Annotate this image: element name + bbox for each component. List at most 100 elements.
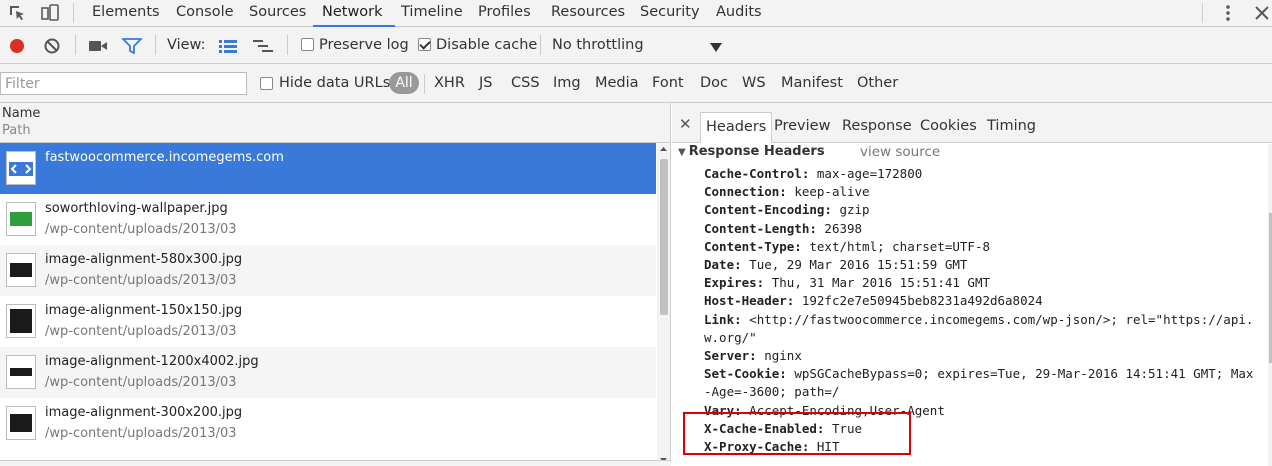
tab-elements[interactable]: Elements [92, 4, 160, 20]
table-row[interactable]: fastwoocommerce.incomegems.com [0, 143, 656, 194]
filter-type-media[interactable]: Media [595, 75, 639, 91]
tab-console[interactable]: Console [176, 4, 234, 20]
status-bar [0, 460, 671, 466]
section-title: Response Headers [688, 144, 825, 159]
tab-preview[interactable]: Preview [769, 112, 835, 143]
throttling-select[interactable]: No throttling [552, 37, 644, 53]
tab-headers[interactable]: Headers [700, 112, 773, 143]
header-row: Link: <http://fastwoocommerce.incomegems… [704, 311, 1254, 347]
tab-audits[interactable]: Audits [716, 4, 762, 20]
scrollbar-thumb[interactable] [660, 159, 668, 315]
header-value: wpSGCacheBypass=0; expires=Tue, 29-Mar-2… [704, 366, 1254, 400]
column-path-header: Path [2, 123, 31, 138]
request-path: /wp-content/uploads/2013/03 [45, 273, 237, 288]
tab-timeline[interactable]: Timeline [401, 4, 463, 20]
record-icon[interactable] [8, 37, 26, 59]
capture-screenshots-icon[interactable] [88, 38, 108, 58]
filter-type-manifest[interactable]: Manifest [781, 75, 843, 91]
triangle-down-icon: ▼ [678, 147, 686, 158]
header-row: Host-Header: 192fc2e7e50945beb8231a492d6… [704, 292, 1254, 310]
header-value: gzip [839, 202, 870, 218]
close-devtools-icon[interactable] [1253, 4, 1271, 22]
more-options-icon[interactable] [1219, 4, 1237, 22]
table-row[interactable]: image-alignment-300x200.jpg /wp-content/… [0, 398, 656, 449]
header-row: Cache-Control: max-age=172800 [704, 165, 1254, 183]
header-row: Set-Cookie: wpSGCacheBypass=0; expires=T… [704, 365, 1254, 401]
image-thumbnail-icon [6, 355, 36, 389]
request-name: fastwoocommerce.incomegems.com [45, 150, 284, 165]
devtools-tab-bar: Elements Console Sources Network Timelin… [0, 0, 1272, 27]
tab-response[interactable]: Response [837, 112, 917, 143]
chevron-down-icon[interactable] [710, 41, 722, 57]
view-source-link[interactable]: view source [860, 144, 940, 160]
header-value: <http://fastwoocommerce.incomegems.com/w… [704, 311, 1254, 345]
request-name: image-alignment-1200x4002.jpg [45, 354, 259, 369]
filter-input[interactable] [0, 72, 247, 95]
details-tab-bar: ✕ Headers Preview Response Cookies Timin… [672, 103, 1272, 143]
header-key: Content-Type: [704, 238, 802, 254]
filter-type-font[interactable]: Font [652, 75, 684, 91]
header-key: Host-Header: [704, 293, 795, 309]
close-details-icon[interactable]: ✕ [679, 115, 692, 133]
inspect-element-icon[interactable] [8, 4, 26, 22]
request-list: Name Path fastwoocommerce.incomegems.com… [0, 103, 671, 466]
network-toolbar: View: Preserve log Disable cache No thro… [0, 27, 1272, 64]
header-value: keep-alive [794, 184, 870, 200]
header-value: Thu, 31 Mar 2016 15:51:41 GMT [771, 275, 990, 291]
filter-type-xhr[interactable]: XHR [434, 75, 465, 91]
filter-icon[interactable] [120, 38, 144, 58]
header-value: nginx [764, 348, 802, 364]
header-key: Link: [704, 311, 742, 327]
table-row[interactable]: image-alignment-1200x4002.jpg /wp-conten… [0, 347, 656, 398]
header-value: 26398 [824, 220, 863, 236]
filter-type-css[interactable]: CSS [511, 75, 540, 91]
filter-type-ws[interactable]: WS [742, 75, 766, 91]
document-icon [6, 151, 36, 185]
image-thumbnail-icon [6, 202, 36, 236]
filter-type-doc[interactable]: Doc [700, 75, 728, 91]
table-row[interactable]: soworthloving-wallpaper.jpg /wp-content/… [0, 194, 656, 245]
tab-security[interactable]: Security [640, 4, 700, 20]
request-name: soworthloving-wallpaper.jpg [45, 201, 228, 216]
header-value: Tue, 29 Mar 2016 15:51:59 GMT [749, 257, 968, 273]
header-value: 192fc2e7e50945beb8231a492d6a8024 [801, 293, 1043, 309]
header-key: Date: [704, 257, 742, 273]
highlight-annotation-box [683, 412, 911, 455]
table-row[interactable]: image-alignment-580x300.jpg /wp-content/… [0, 245, 656, 296]
request-path: /wp-content/uploads/2013/03 [45, 375, 237, 390]
request-name: image-alignment-580x300.jpg [45, 252, 243, 267]
header-key: Content-Length: [704, 220, 817, 236]
response-headers-section[interactable]: ▼ Response Headers [678, 144, 825, 159]
hide-data-urls-checkbox[interactable] [260, 77, 273, 90]
header-key: Set-Cookie: [704, 366, 787, 382]
header-row: Content-Length: 26398 [704, 220, 1254, 238]
preserve-log-checkbox[interactable] [301, 38, 314, 51]
preserve-log-label: Preserve log [319, 37, 409, 53]
tab-profiles[interactable]: Profiles [478, 4, 531, 20]
overview-icon[interactable] [253, 39, 273, 57]
request-path: /wp-content/uploads/2013/03 [45, 222, 237, 237]
column-name-header[interactable]: Name [2, 106, 40, 121]
filter-type-all[interactable]: All [389, 72, 419, 94]
table-row[interactable]: image-alignment-150x150.jpg /wp-content/… [0, 296, 656, 347]
tab-network[interactable]: Network [322, 4, 383, 20]
disable-cache-label: Disable cache [436, 37, 538, 53]
header-key: Content-Encoding: [704, 202, 832, 218]
image-thumbnail-icon [6, 304, 36, 338]
tab-cookies[interactable]: Cookies [915, 112, 982, 143]
image-thumbnail-icon [6, 406, 36, 440]
device-mode-icon[interactable] [41, 4, 59, 22]
tab-resources[interactable]: Resources [551, 4, 625, 20]
large-rows-icon[interactable] [219, 39, 237, 57]
clear-icon[interactable] [43, 37, 61, 59]
disable-cache-checkbox[interactable] [418, 38, 431, 51]
tab-timing[interactable]: Timing [982, 112, 1041, 143]
filter-type-img[interactable]: Img [553, 75, 581, 91]
filter-type-js[interactable]: JS [479, 75, 492, 91]
request-list-header[interactable]: Name Path [0, 103, 670, 143]
filter-type-other[interactable]: Other [857, 75, 898, 91]
tab-sources[interactable]: Sources [249, 4, 306, 20]
header-row: Connection: keep-alive [704, 183, 1254, 201]
image-thumbnail-icon [6, 253, 36, 287]
request-name: image-alignment-150x150.jpg [45, 303, 243, 318]
